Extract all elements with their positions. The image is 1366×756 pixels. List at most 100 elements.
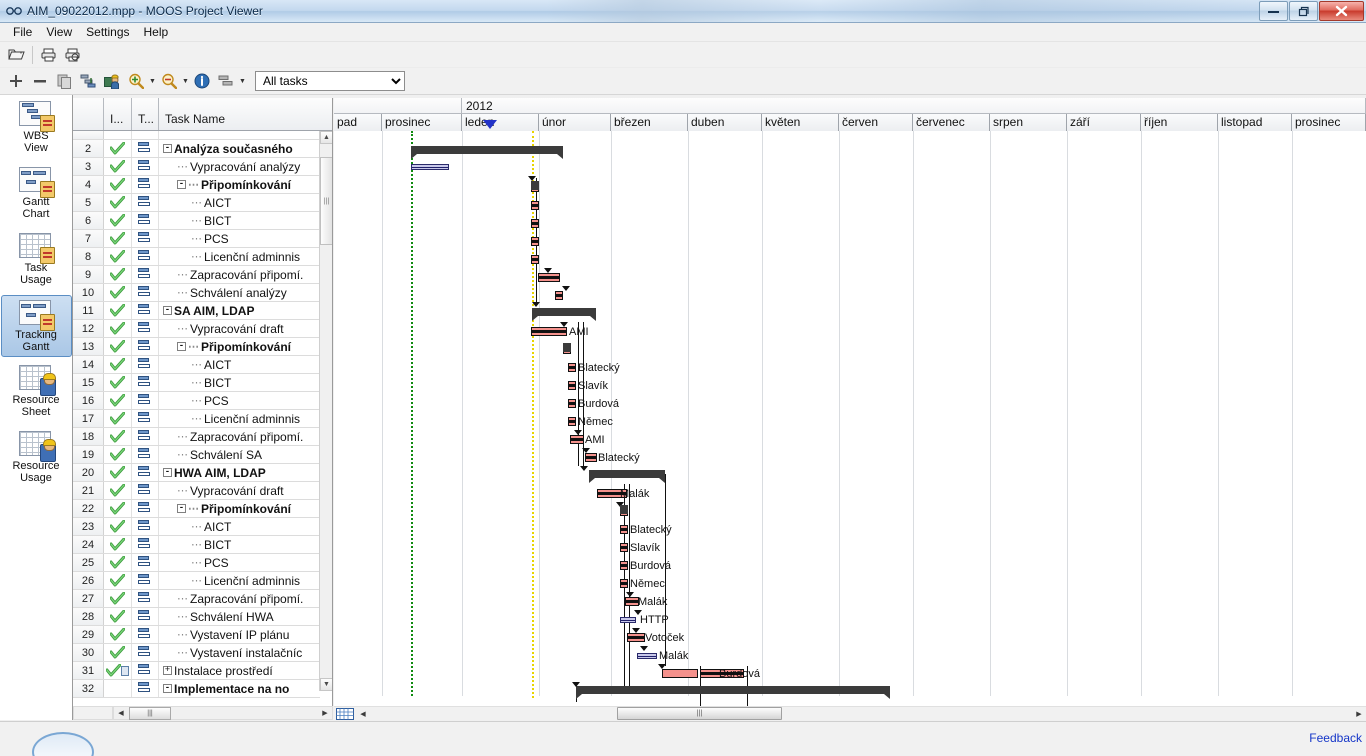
sidebar-item-gantt-chart[interactable]: Gantt Chart: [1, 163, 72, 225]
task-bar-licencni-1[interactable]: [531, 255, 539, 264]
task-table-vertical-scrollbar[interactable]: ▲ ||| ▼: [319, 131, 332, 691]
table-row[interactable]: 10 ⋯ Schválení analýzy: [73, 284, 320, 302]
cell-task-name[interactable]: ⋯ Vypracování draft: [159, 482, 320, 499]
cell-task-name[interactable]: + Instalace prostředí: [159, 662, 320, 679]
task-bar-vypracovani-draft-sa[interactable]: [531, 327, 567, 336]
print-icon[interactable]: [38, 44, 60, 66]
cell-task-name[interactable]: ⋯ PCS: [159, 392, 320, 409]
table-row[interactable]: 15 ⋯ BICT: [73, 374, 320, 392]
summary-bar-analyza[interactable]: [411, 146, 563, 159]
gantt-collapsed-marker[interactable]: [563, 343, 571, 352]
baseline-bar-vypracovani[interactable]: [411, 164, 449, 170]
cell-task-name[interactable]: ⋯ Zapracování připomí.: [159, 590, 320, 607]
cell-task-name[interactable]: ⋯ AICT: [159, 356, 320, 373]
task-bar-pcs-2[interactable]: [568, 399, 576, 408]
cell-task-name[interactable]: ⋯ Licenční adminnis: [159, 410, 320, 427]
cell-task-name[interactable]: - Implementace na no: [159, 680, 320, 697]
table-row[interactable]: 5 ⋯ AICT: [73, 194, 320, 212]
gantt-collapsed-marker[interactable]: [620, 505, 628, 514]
task-bar-instalace-prostredi[interactable]: [662, 669, 698, 678]
menu-help[interactable]: Help: [137, 24, 176, 40]
note-indicator-icon[interactable]: [120, 665, 129, 676]
task-bar-aict-3[interactable]: [620, 525, 628, 534]
table-row[interactable]: 19 ⋯ Schválení SA: [73, 446, 320, 464]
row-expander[interactable]: -: [177, 342, 186, 351]
cell-task-name[interactable]: ⋯ Zapracování připomí.: [159, 428, 320, 445]
task-bar-schvaleni-hwa[interactable]: [627, 633, 645, 642]
gantt-scroll-left-icon[interactable]: ◀: [356, 707, 370, 720]
task-bar-bict-3[interactable]: [620, 543, 628, 552]
menu-file[interactable]: File: [6, 24, 39, 40]
table-row[interactable]: 16 ⋯ PCS: [73, 392, 320, 410]
cell-task-name[interactable]: ⋯ Licenční adminnis: [159, 572, 320, 589]
table-row[interactable]: 14 ⋯ AICT: [73, 356, 320, 374]
cell-task-name[interactable]: ⋯ AICT: [159, 518, 320, 535]
table-row[interactable]: 8 ⋯ Licenční adminnis: [73, 248, 320, 266]
cell-task-name[interactable]: - ⋯ Připomínkování: [159, 338, 320, 355]
menu-view[interactable]: View: [39, 24, 79, 40]
expand-all-icon[interactable]: [5, 70, 27, 92]
row-expander[interactable]: -: [177, 180, 186, 189]
summary-bar-hwa[interactable]: [589, 470, 665, 483]
sidebar-item-wbs-view[interactable]: WBS View: [1, 97, 72, 159]
cell-task-name[interactable]: - ⋯ Připomínkování: [159, 176, 320, 193]
zoom-out-icon[interactable]: [158, 70, 180, 92]
row-expander[interactable]: -: [163, 468, 172, 477]
table-row[interactable]: 3 ⋯ Vypracování analýzy: [73, 158, 320, 176]
task-bar-schvaleni-analyzy[interactable]: [555, 291, 563, 300]
task-filter-select[interactable]: All tasks: [255, 71, 405, 91]
info-icon[interactable]: [191, 70, 213, 92]
cell-task-name[interactable]: ⋯ BICT: [159, 374, 320, 391]
scroll-left-icon[interactable]: ◀: [114, 707, 128, 720]
task-bar-schvaleni-sa[interactable]: [585, 453, 597, 462]
task-bar-pcs-3[interactable]: [620, 561, 628, 570]
task-bar-zapracovani-1[interactable]: [538, 273, 560, 282]
gantt-style-icon[interactable]: [215, 70, 237, 92]
scroll-up-icon[interactable]: ▲: [320, 131, 332, 144]
table-row[interactable]: 13 - ⋯ Připomínkování: [73, 338, 320, 356]
zoom-in-icon[interactable]: [125, 70, 147, 92]
cell-task-name[interactable]: ⋯ Vystavení instalačníc: [159, 644, 320, 661]
summary-bar-sa[interactable]: [532, 308, 596, 321]
cell-task-name[interactable]: ⋯ Schválení analýzy: [159, 284, 320, 301]
table-row[interactable]: 31 + Instalace prostředí: [73, 662, 320, 680]
cell-task-name[interactable]: ⋯ Schválení SA: [159, 446, 320, 463]
assign-resource-icon[interactable]: [101, 70, 123, 92]
task-bar-pcs-1[interactable]: [531, 237, 539, 246]
column-header-id[interactable]: [73, 98, 104, 130]
table-row[interactable]: 28 ⋯ Schválení HWA: [73, 608, 320, 626]
column-header-indicator[interactable]: I...: [104, 98, 132, 130]
menu-settings[interactable]: Settings: [79, 24, 136, 40]
baseline-bar-malak2[interactable]: [637, 653, 657, 659]
zoom-out-dropdown-icon[interactable]: ▼: [181, 70, 190, 92]
task-bar-bict-2[interactable]: [568, 381, 576, 390]
table-row[interactable]: 17 ⋯ Licenční adminnis: [73, 410, 320, 428]
table-row[interactable]: 30 ⋯ Vystavení instalačníc: [73, 644, 320, 662]
cell-task-name[interactable]: ⋯ AICT: [159, 194, 320, 211]
collapse-all-icon[interactable]: [29, 70, 51, 92]
table-row[interactable]: 32 - Implementace na no: [73, 680, 320, 698]
row-expander[interactable]: -: [163, 144, 172, 153]
table-row[interactable]: 21 ⋯ Vypracování draft: [73, 482, 320, 500]
gantt-collapsed-marker[interactable]: [531, 181, 539, 190]
gantt-scroll-right-icon[interactable]: ▶: [1354, 710, 1364, 718]
cell-task-name[interactable]: - ⋯ Připomínkování: [159, 500, 320, 517]
task-bar-zapracovani-2[interactable]: [570, 435, 584, 444]
task-bar-bict-1[interactable]: [531, 219, 539, 228]
cell-task-name[interactable]: ⋯ Schválení HWA: [159, 608, 320, 625]
sidebar-item-resource-usage[interactable]: Resource Usage: [1, 427, 72, 489]
table-row[interactable]: 22 - ⋯ Připomínkování: [73, 500, 320, 518]
table-row[interactable]: 26 ⋯ Licenční adminnis: [73, 572, 320, 590]
cell-task-name[interactable]: ⋯ Vypracování draft: [159, 320, 320, 337]
cell-task-name[interactable]: - Analýza současného: [159, 140, 320, 157]
vertical-scroll-thumb[interactable]: |||: [320, 157, 332, 245]
table-row[interactable]: 23 ⋯ AICT: [73, 518, 320, 536]
open-icon[interactable]: [5, 44, 27, 66]
sidebar-item-tracking-gantt[interactable]: Tracking Gantt: [0, 295, 72, 357]
sidebar-item-task-usage[interactable]: Task Usage: [1, 229, 72, 291]
minimize-button[interactable]: [1259, 1, 1288, 21]
table-row[interactable]: 29 ⋯ Vystavení IP plánu: [73, 626, 320, 644]
cell-task-name[interactable]: ⋯ BICT: [159, 536, 320, 553]
baseline-bar-http[interactable]: [620, 617, 636, 623]
table-row[interactable]: 18 ⋯ Zapracování připomí.: [73, 428, 320, 446]
